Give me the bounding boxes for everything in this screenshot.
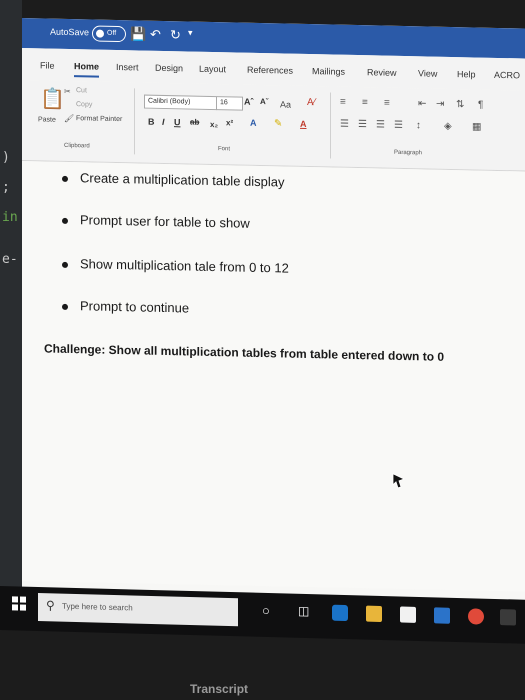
caption-text: Transcript [190, 682, 249, 696]
shrink-font-icon[interactable]: Aˇ [260, 97, 268, 106]
taskbar-search[interactable]: ⚲ Type here to search [38, 592, 238, 627]
document-page[interactable]: Create a multiplication table display Pr… [22, 161, 525, 592]
cortana-icon[interactable]: ○ [262, 603, 278, 619]
text-effects-icon[interactable]: A [250, 118, 257, 128]
file-explorer-icon[interactable] [366, 605, 382, 623]
italic-button[interactable]: I [162, 117, 165, 127]
store-icon[interactable] [400, 606, 416, 623]
word-window: AutoSave Off 💾 ↶ ↻ ▾ File Home Insert De… [22, 18, 525, 601]
line-spacing-icon[interactable]: ↕ [416, 120, 421, 131]
shading-icon[interactable]: ◈ [444, 121, 452, 132]
show-formatting-icon[interactable]: ¶ [478, 100, 483, 111]
align-left-icon[interactable]: ☰ [340, 119, 349, 130]
highlight-icon[interactable]: ✎ [274, 118, 282, 129]
mouse-pointer-icon [392, 473, 406, 489]
paste-button-label[interactable]: Paste [38, 116, 56, 123]
undo-icon[interactable]: ↶ [150, 27, 161, 43]
format-painter-button[interactable]: Format Painter [76, 115, 122, 123]
underline-button[interactable]: U [174, 117, 181, 127]
paragraph-group-label: Paragraph [394, 149, 423, 157]
font-size-select[interactable]: 16 [216, 96, 243, 111]
grow-font-icon[interactable]: Aˆ [244, 97, 254, 107]
code-fragment: ) [2, 150, 10, 165]
justify-icon[interactable]: ☰ [394, 120, 403, 131]
sort-icon[interactable]: ⇅ [456, 99, 464, 110]
list-item: Prompt user for table to show [62, 212, 250, 231]
multilevel-list-icon[interactable]: ≡ [384, 98, 390, 109]
superscript-button[interactable]: x² [226, 118, 233, 127]
tab-layout[interactable]: Layout [199, 64, 226, 75]
tab-help[interactable]: Help [457, 69, 476, 79]
background-editor-window: ) ; in e- [0, 0, 22, 610]
list-item: Show multiplication tale from 0 to 12 [62, 256, 289, 276]
tab-insert[interactable]: Insert [116, 62, 139, 72]
bullet-icon [62, 261, 68, 268]
borders-icon[interactable]: ▦ [472, 121, 481, 132]
tab-review[interactable]: Review [367, 67, 397, 78]
font-name-select[interactable]: Calibri (Body) [144, 94, 217, 111]
bullets-icon[interactable]: ≡ [340, 97, 346, 108]
tab-design[interactable]: Design [155, 63, 183, 74]
cut-icon[interactable]: ✂ [64, 87, 71, 96]
tab-view[interactable]: View [418, 68, 437, 78]
increase-indent-icon[interactable]: ⇥ [436, 99, 444, 110]
tab-home[interactable]: Home [74, 61, 99, 72]
chrome-icon[interactable] [468, 608, 484, 625]
tab-mailings[interactable]: Mailings [312, 66, 345, 77]
clipboard-group-label: Clipboard [64, 142, 90, 150]
redo-icon[interactable]: ↻ [170, 27, 181, 43]
task-view-icon[interactable]: ◫ [298, 604, 314, 620]
code-fragment: in [2, 210, 18, 225]
align-right-icon[interactable]: ☰ [376, 119, 385, 130]
mail-icon[interactable] [434, 607, 450, 624]
font-color-icon[interactable]: A [300, 119, 307, 129]
ribbon-home: 📋 Paste ✂ Cut Copy 🖌 Format Painter Clip… [22, 80, 525, 172]
ribbon-separator [134, 88, 135, 155]
code-fragment: e- [2, 252, 18, 267]
subscript-button[interactable]: x₂ [210, 120, 218, 129]
edge-icon[interactable] [332, 604, 348, 622]
tab-file[interactable]: File [40, 60, 55, 70]
decrease-indent-icon[interactable]: ⇤ [418, 98, 426, 109]
windows-start-icon[interactable] [12, 596, 26, 611]
strikethrough-button[interactable]: ab [190, 118, 199, 127]
customize-qat-icon[interactable]: ▾ [188, 27, 193, 38]
autosave-label: AutoSave [50, 26, 90, 38]
tab-acrobat[interactable]: ACRO [494, 70, 520, 81]
challenge-paragraph: Challenge: Show all multiplication table… [44, 341, 445, 364]
taskbar-app-icon[interactable] [500, 609, 516, 626]
paste-icon[interactable]: 📋 [40, 86, 65, 112]
search-icon: ⚲ [46, 598, 55, 613]
copy-button[interactable]: Copy [76, 101, 92, 108]
numbering-icon[interactable]: ≡ [362, 97, 368, 108]
change-case-button[interactable]: Aa [280, 99, 291, 109]
search-placeholder: Type here to search [62, 601, 133, 613]
list-item: Prompt to continue [62, 298, 189, 316]
font-group-label: Font [218, 146, 231, 153]
bullet-icon [62, 217, 68, 224]
save-icon[interactable]: 💾 [130, 26, 146, 42]
ribbon-separator [330, 92, 331, 159]
autosave-toggle[interactable]: Off [92, 25, 126, 43]
align-center-icon[interactable]: ☰ [358, 119, 367, 130]
code-fragment: ; [2, 180, 10, 195]
clear-formatting-icon[interactable]: A∕ [307, 97, 315, 108]
bullet-icon [62, 175, 68, 182]
bold-button[interactable]: B [148, 117, 155, 127]
format-painter-icon[interactable]: 🖌 [64, 114, 74, 123]
cut-button[interactable]: Cut [76, 87, 87, 94]
tab-references[interactable]: References [247, 65, 293, 76]
bullet-icon [62, 303, 68, 310]
list-item: Create a multiplication table display [62, 170, 285, 189]
